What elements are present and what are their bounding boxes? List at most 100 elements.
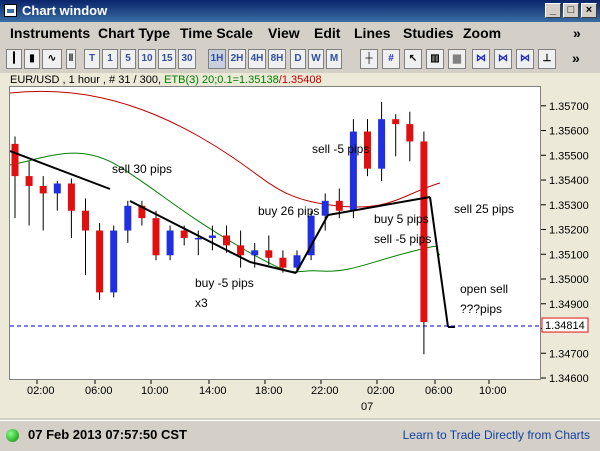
tf-button-15[interactable]: 15 — [158, 49, 176, 69]
candle-body — [321, 200, 329, 216]
candle-chart-icon[interactable]: ▮ — [24, 49, 40, 69]
zoom-icon-3[interactable]: ⋈ — [516, 49, 534, 69]
tf-button-d[interactable]: D — [290, 49, 306, 69]
zoom-icon-1[interactable]: ⋈ — [472, 49, 490, 69]
draw-icon[interactable]: ⊥ — [538, 49, 556, 69]
tf-button-1h[interactable]: 1H — [208, 49, 226, 69]
candle-body — [25, 176, 33, 186]
title-bar: Chart window _ □ × — [0, 0, 600, 22]
learn-link[interactable]: Learn to Trade Directly from Charts — [403, 428, 590, 442]
x-tick-label: 10:00 — [479, 385, 507, 397]
trade-line — [129, 200, 251, 263]
legend-study-upper: /1.35408 — [278, 74, 322, 86]
x-axis: 02:00 06:00 10:00 14:00 18:00 22:00 02:00 06:00… — [27, 380, 507, 413]
bar-chart-icon[interactable]: ┃ — [6, 49, 22, 69]
candle-body — [265, 250, 273, 258]
menu-zoom[interactable]: Zoom — [463, 25, 501, 41]
candle-body — [82, 210, 89, 231]
annotation-text: sell -5 pips — [312, 142, 369, 156]
cursor-icon[interactable]: ↖ — [404, 49, 422, 69]
tf-button-10[interactable]: 10 — [138, 49, 156, 69]
y-tick-label: 1.35300 — [549, 200, 589, 212]
tf-button-30[interactable]: 30 — [178, 49, 196, 69]
candle-body — [11, 143, 19, 177]
x-tick-label: 02:00 — [367, 385, 395, 397]
tf-button-t[interactable]: T — [84, 49, 100, 69]
legend-study: ETB(3) 20;0.1=1.35138 — [164, 74, 279, 86]
menu-view[interactable]: View — [268, 25, 300, 41]
chart-legend: EUR/USD , 1 hour , # 31 / 300, ETB(3) 20… — [10, 74, 322, 86]
maximize-button[interactable]: □ — [563, 3, 579, 18]
candle-body — [406, 124, 414, 142]
x-tick-label: 02:00 — [27, 385, 55, 397]
tf-button-w[interactable]: W — [308, 49, 324, 69]
x-tick-label: 06:00 — [85, 385, 113, 397]
candle-body — [194, 237, 202, 240]
y-tick-label: 1.35600 — [549, 126, 589, 138]
annotation-text: open sell — [460, 282, 508, 296]
y-tick-label: 1.35200 — [549, 225, 589, 237]
histogram-icon[interactable]: ▆ — [448, 49, 466, 69]
annotation-text: sell -5 pips — [374, 232, 431, 246]
candle-body — [279, 257, 287, 268]
candle-body — [166, 230, 174, 256]
annotation-text: sell 30 pips — [112, 162, 172, 176]
line-chart-icon[interactable]: ∿ — [42, 49, 62, 69]
window-icon — [4, 4, 17, 17]
tf-button-m[interactable]: M — [326, 49, 342, 69]
status-bar: 07 Feb 2013 07:57:50 CST Learn to Trade … — [0, 420, 600, 451]
y-tick-label: 1.34700 — [549, 348, 589, 360]
menu-edit[interactable]: Edit — [314, 25, 340, 41]
crosshair-icon[interactable]: ┼ — [360, 49, 378, 69]
chart-plot[interactable]: sell 30 pips buy 26 pips buy -5 pips x3 sell… — [9, 86, 541, 380]
candle-body — [67, 183, 75, 211]
candle-body — [180, 230, 188, 238]
tf-button-5[interactable]: 5 — [120, 49, 136, 69]
window-title: Chart window — [22, 3, 108, 18]
trade-line — [10, 150, 111, 190]
annotation-text: buy 26 pips — [258, 204, 319, 218]
menu-lines[interactable]: Lines — [354, 25, 391, 41]
x-tick-label: 10:00 — [141, 385, 169, 397]
zoom-icon-2[interactable]: ⋈ — [494, 49, 512, 69]
annotation-text: x3 — [195, 296, 208, 310]
y-tick-label: 1.34900 — [549, 299, 589, 311]
candle-body — [39, 185, 47, 194]
candle-body — [223, 235, 230, 246]
bars-icon[interactable]: ▥ — [426, 49, 444, 69]
grid-icon[interactable]: # — [382, 49, 400, 69]
y-tick-label: 1.35000 — [549, 274, 589, 286]
candle-body — [124, 205, 132, 231]
connection-status-icon — [6, 429, 19, 442]
tf-button-4h[interactable]: 4H — [248, 49, 266, 69]
annotation-text: buy -5 pips — [195, 276, 254, 290]
tf-button-1[interactable]: 1 — [102, 49, 118, 69]
annotation-text: buy 5 pips — [374, 212, 429, 226]
menu-overflow-icon[interactable]: » — [573, 25, 581, 41]
menu-time-scale[interactable]: Time Scale — [180, 25, 253, 41]
tf-button-8h[interactable]: 8H — [268, 49, 286, 69]
menu-bar: Instruments Chart Type Time Scale View E… — [0, 22, 600, 44]
candle-body — [110, 230, 118, 293]
x-tick-label: 14:00 — [199, 385, 227, 397]
x-tick-label: 22:00 — [311, 385, 339, 397]
close-button[interactable]: × — [581, 3, 597, 18]
candle-body — [152, 218, 160, 256]
x-tick-label: 06:00 — [425, 385, 453, 397]
annotation-text: ???pips — [460, 302, 502, 316]
y-tick-label: 1.35500 — [549, 150, 589, 162]
minimize-button[interactable]: _ — [545, 3, 561, 18]
toolbar-overflow-icon[interactable]: » — [572, 50, 580, 66]
y-axis: 1.35700 1.35600 1.35500 1.35400 1.35300 1.352… — [541, 101, 589, 385]
menu-instruments[interactable]: Instruments — [10, 25, 90, 41]
trade-line — [429, 196, 449, 328]
trade-line — [249, 261, 297, 274]
current-price-label: 1.34814 — [545, 320, 585, 332]
candle-body — [378, 119, 386, 169]
tf-button-2h[interactable]: 2H — [228, 49, 246, 69]
candle-body — [392, 119, 400, 125]
menu-chart-type[interactable]: Chart Type — [98, 25, 170, 41]
candle-body — [208, 235, 216, 238]
price-chart: sell 30 pips buy 26 pips buy -5 pips x3 sell… — [10, 90, 540, 355]
menu-studies[interactable]: Studies — [403, 25, 454, 41]
